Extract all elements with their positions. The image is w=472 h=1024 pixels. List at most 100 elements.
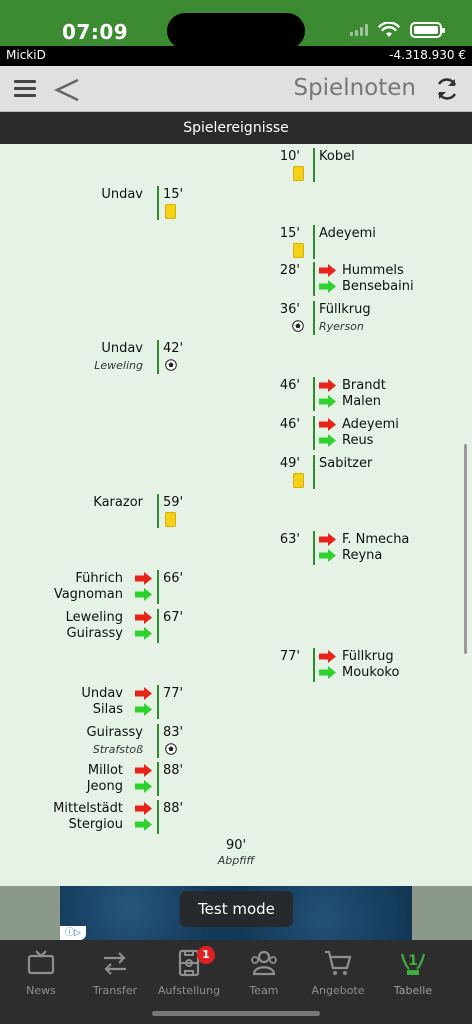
navigation-bar: Spielnoten <box>0 66 472 112</box>
event-minute: 28' <box>279 263 300 278</box>
player-name: Füllkrug <box>319 302 371 317</box>
sub-out-arrow-icon <box>319 264 336 277</box>
event-row: 15' Adeyemi <box>0 225 464 259</box>
timeline-bar <box>157 762 159 796</box>
timeline-bar <box>157 186 159 220</box>
player-name: Undav <box>101 187 143 202</box>
sub-in-player: Malen <box>342 394 382 409</box>
event-row: 28' Hummels Bensebaini <box>0 262 464 296</box>
sub-out-player: Mittelstädt <box>53 801 123 816</box>
battery-icon <box>410 22 445 38</box>
sub-out-player: Adeyemi <box>342 417 399 432</box>
transfer-arrows-icon <box>104 952 126 975</box>
tv-icon <box>27 950 55 975</box>
event-row: 36' Füllkrug Ryerson <box>0 301 464 335</box>
sub-out-player: Undav <box>81 686 123 701</box>
timeline-bar <box>313 416 315 450</box>
event-minute: 42' <box>163 341 184 356</box>
back-chevron-icon[interactable] <box>54 68 80 108</box>
cart-icon <box>325 950 352 975</box>
section-header: Spielereignisse <box>0 112 472 144</box>
sub-in-arrow-icon <box>135 703 152 716</box>
event-row: 49' Sabitzer <box>0 455 464 489</box>
tab-angebote[interactable]: Angebote <box>303 948 373 997</box>
sub-in-arrow-icon <box>135 780 152 793</box>
player-name: Kobel <box>319 149 355 164</box>
event-minute: 88' <box>163 763 184 778</box>
tab-tabelle[interactable]: 1 Tabelle <box>378 948 448 997</box>
event-row: 46' Brandt Malen <box>0 377 464 411</box>
event-row: 88' Mittelstädt Stergiou <box>0 800 464 834</box>
assist-note: Leweling <box>94 359 143 372</box>
event-row: 77' Undav Silas <box>0 685 464 719</box>
timeline-bar <box>157 800 159 834</box>
menu-icon[interactable] <box>14 80 36 98</box>
refresh-icon[interactable] <box>434 76 460 102</box>
event-row: 42' Undav Leweling <box>0 340 464 374</box>
yellow-card-icon <box>165 204 176 219</box>
final-label: Abpfiff <box>217 854 255 867</box>
svg-text:1: 1 <box>408 953 418 969</box>
timeline-bar <box>157 724 159 758</box>
goal-ball-icon <box>165 743 177 755</box>
tab-news[interactable]: News <box>6 948 76 997</box>
sub-out-arrow-icon <box>319 650 336 663</box>
signal-icon <box>350 24 368 36</box>
tab-transfer-label: Transfer <box>92 984 138 997</box>
sub-out-arrow-icon <box>135 611 152 624</box>
account-balance: -4.318.930 € <box>389 48 466 62</box>
event-minute: 59' <box>163 495 184 510</box>
timeline-bar <box>313 225 315 259</box>
yellow-card-icon <box>293 473 304 488</box>
yellow-card-icon <box>165 512 176 527</box>
sub-in-player: Jeong <box>86 779 123 794</box>
goal-ball-icon <box>165 359 177 371</box>
player-name: Undav <box>101 341 143 356</box>
timeline-bar <box>313 377 315 411</box>
sub-out-arrow-icon <box>319 533 336 546</box>
dynamic-island <box>167 13 305 49</box>
timeline-bar <box>313 531 315 565</box>
event-minute: 49' <box>279 456 300 471</box>
event-minute: 66' <box>163 571 184 586</box>
status-time: 07:09 <box>62 20 129 44</box>
tab-aufstellung[interactable]: 1 Aufstellung <box>154 946 224 997</box>
timeline-bar <box>157 340 159 374</box>
match-events-timeline: 10' Kobel 15' Undav 15' Adeyemi 28' Hummels Bens… <box>0 144 472 886</box>
sub-in-player: Reus <box>342 433 374 448</box>
final-whistle: 90' Abpfiff <box>0 838 472 867</box>
timeline-bar <box>313 301 315 335</box>
event-minute: 46' <box>279 417 300 432</box>
assist-note: Strafstoß <box>92 743 143 756</box>
player-name: Sabitzer <box>319 456 373 471</box>
event-row: 83' Guirassy Strafstoß <box>0 724 464 758</box>
player-name: Guirassy <box>86 725 143 740</box>
player-name: Karazor <box>93 495 143 510</box>
account-name: MickiD <box>6 48 46 62</box>
event-minute: 77' <box>279 649 300 664</box>
sub-in-player: Vagnoman <box>53 587 123 602</box>
account-bar: MickiD -4.318.930 € <box>0 46 472 66</box>
sub-out-arrow-icon <box>135 764 152 777</box>
sub-out-player: Hummels <box>342 263 404 278</box>
event-row: 63' F. Nmecha Reyna <box>0 531 464 565</box>
tab-tabelle-label: Tabelle <box>393 984 433 997</box>
ad-info-icon[interactable]: ⓘ▷ <box>60 926 86 940</box>
event-row: 88' Millot Jeong <box>0 762 464 796</box>
sub-in-arrow-icon <box>135 818 152 831</box>
sub-out-arrow-icon <box>319 418 336 431</box>
final-minute: 90' <box>225 838 247 853</box>
sub-out-arrow-icon <box>135 572 152 585</box>
sub-in-player: Stergiou <box>68 817 123 832</box>
wifi-icon <box>378 22 400 37</box>
tab-transfer[interactable]: Transfer <box>80 948 150 997</box>
scrollbar[interactable] <box>464 444 467 654</box>
home-indicator <box>152 1011 320 1016</box>
sub-in-arrow-icon <box>319 395 336 408</box>
event-row: 46' Adeyemi Reus <box>0 416 464 450</box>
sub-in-arrow-icon <box>135 627 152 640</box>
sub-in-player: Silas <box>92 702 123 717</box>
table-trophy-icon: 1 <box>400 953 426 975</box>
timeline-bar <box>313 648 315 682</box>
tab-team[interactable]: Team <box>229 948 299 997</box>
